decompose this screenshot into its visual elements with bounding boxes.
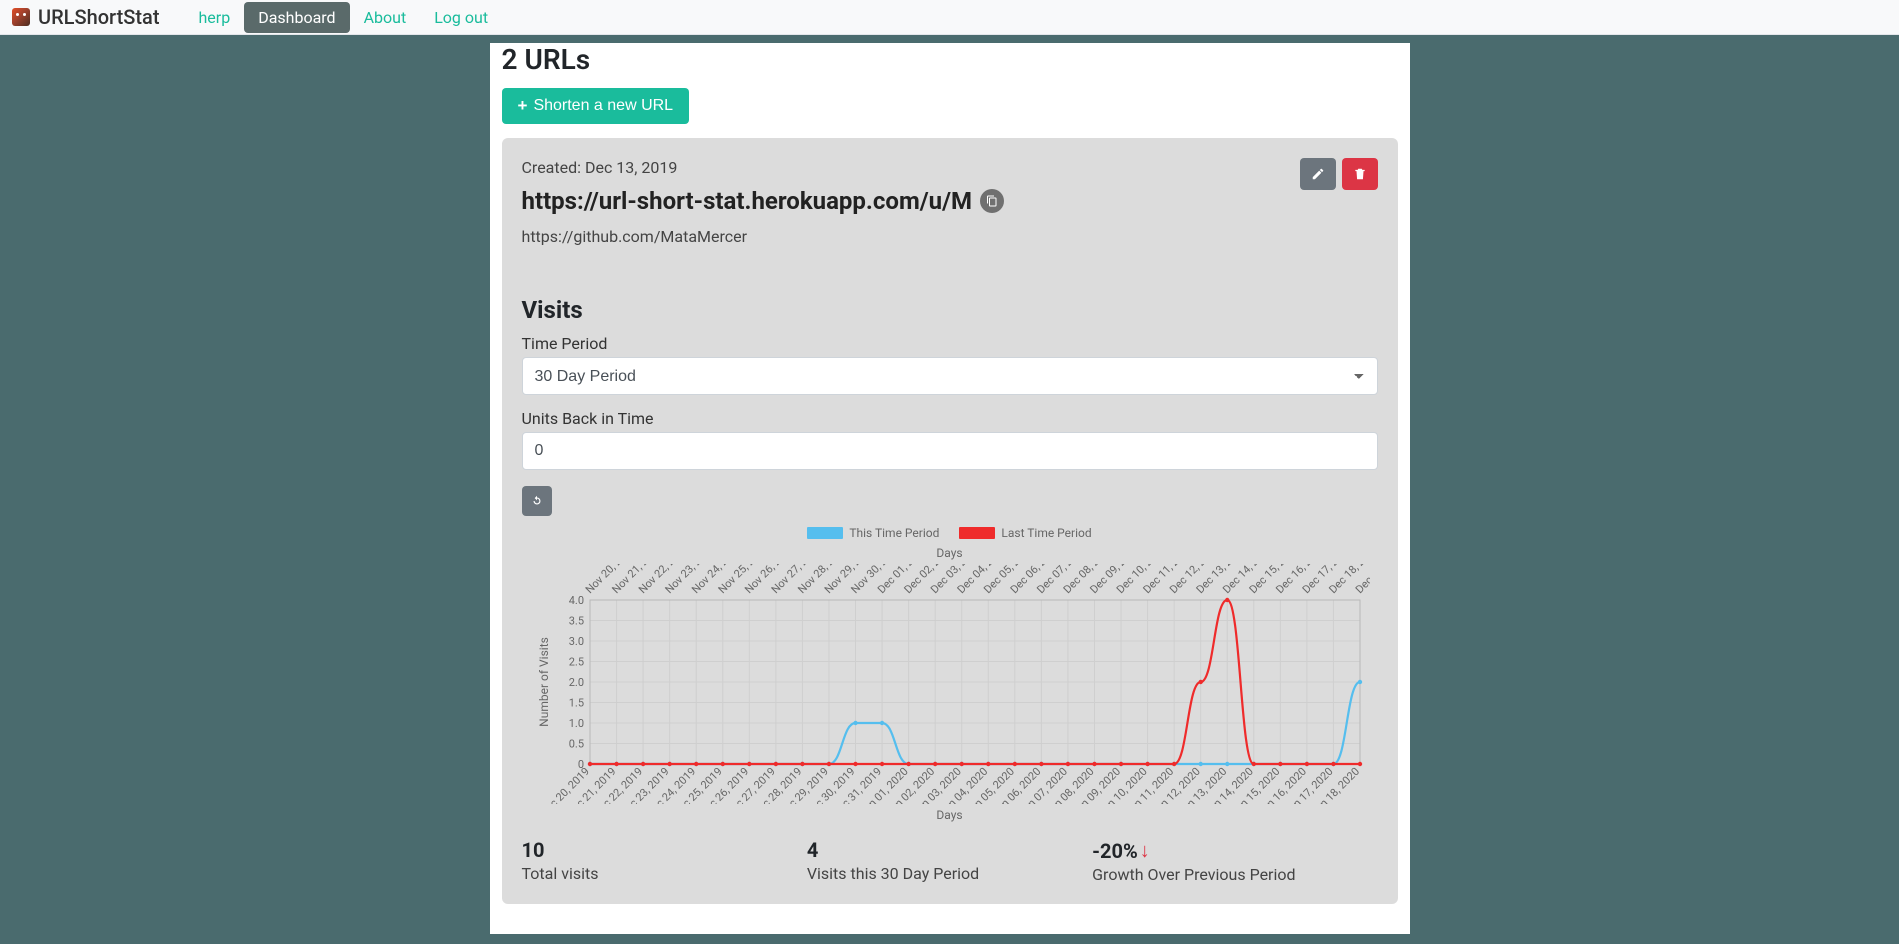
shorten-url-button-label: Shorten a new URL [533,97,673,115]
chart-bottom-axis-title: Days [522,808,1378,822]
svg-text:2.5: 2.5 [568,656,583,669]
legend-this-period[interactable]: This Time Period [807,526,939,540]
stat-period-label: Visits this 30 Day Period [807,864,1092,883]
svg-text:3.0: 3.0 [568,635,583,648]
trash-icon [1353,167,1367,181]
svg-text:1.0: 1.0 [568,717,583,730]
edit-icon [1311,167,1325,181]
svg-text:2.0: 2.0 [568,676,583,689]
legend-last-label: Last Time Period [1001,526,1091,540]
legend-this-label: This Time Period [849,526,939,540]
stat-total-value: 10 [522,838,807,862]
created-date: Created: Dec 13, 2019 [522,158,1005,177]
refresh-button[interactable] [522,486,552,516]
refresh-icon [530,494,544,508]
edit-button[interactable] [1300,158,1336,190]
nav-herp[interactable]: herp [184,2,244,33]
page-title: 2 URLs [502,43,1398,76]
chart-top-axis-title: Days [522,546,1378,560]
time-period-label: Time Period [522,334,1378,353]
plus-icon: + [518,96,528,116]
svg-text:Number of Visits: Number of Visits [537,637,551,727]
chart-canvas[interactable]: 00.51.01.52.02.53.03.54.0Number of Visit… [530,564,1370,804]
units-back-label: Units Back in Time [522,409,1378,428]
svg-text:1.5: 1.5 [568,697,583,710]
stats-row: 10 Total visits 4 Visits this 30 Day Per… [522,838,1378,884]
stat-total: 10 Total visits [522,838,807,884]
svg-text:4.0: 4.0 [568,594,583,607]
delete-button[interactable] [1342,158,1378,190]
short-url: https://url-short-stat.herokuapp.com/u/M [522,187,973,215]
navbar: URLShortStat herp Dashboard About Log ou… [0,0,1899,35]
legend-last-period[interactable]: Last Time Period [959,526,1091,540]
url-card: Created: Dec 13, 2019 https://url-short-… [502,138,1398,904]
stat-total-label: Total visits [522,864,807,883]
nav-dashboard[interactable]: Dashboard [244,2,349,33]
stat-growth: -20% ↓ Growth Over Previous Period [1092,838,1377,884]
stat-period: 4 Visits this 30 Day Period [807,838,1092,884]
shorten-url-button[interactable]: + Shorten a new URL [502,88,690,124]
chart-legend: This Time Period Last Time Period [522,526,1378,540]
app-brand: URLShortStat [38,5,159,29]
time-period-select[interactable]: 30 Day Period [522,357,1378,395]
legend-swatch-this-icon [807,527,843,539]
copy-icon [986,195,998,207]
units-back-input[interactable] [522,432,1378,470]
nav-about[interactable]: About [350,2,421,33]
stat-growth-value: -20% [1092,839,1138,863]
visits-header: Visits [522,296,1378,324]
legend-swatch-last-icon [959,527,995,539]
app-logo-icon [12,8,30,26]
stat-period-value: 4 [807,838,1092,862]
svg-text:3.5: 3.5 [568,615,583,628]
stat-growth-label: Growth Over Previous Period [1092,865,1377,884]
svg-text:0.5: 0.5 [568,738,583,751]
copy-url-button[interactable] [980,189,1004,213]
nav-logout[interactable]: Log out [420,2,502,33]
long-url: https://github.com/MataMercer [522,227,1005,246]
chart: Days 00.51.01.52.02.53.03.54.0Number of … [522,546,1378,822]
arrow-down-icon: ↓ [1140,838,1150,863]
